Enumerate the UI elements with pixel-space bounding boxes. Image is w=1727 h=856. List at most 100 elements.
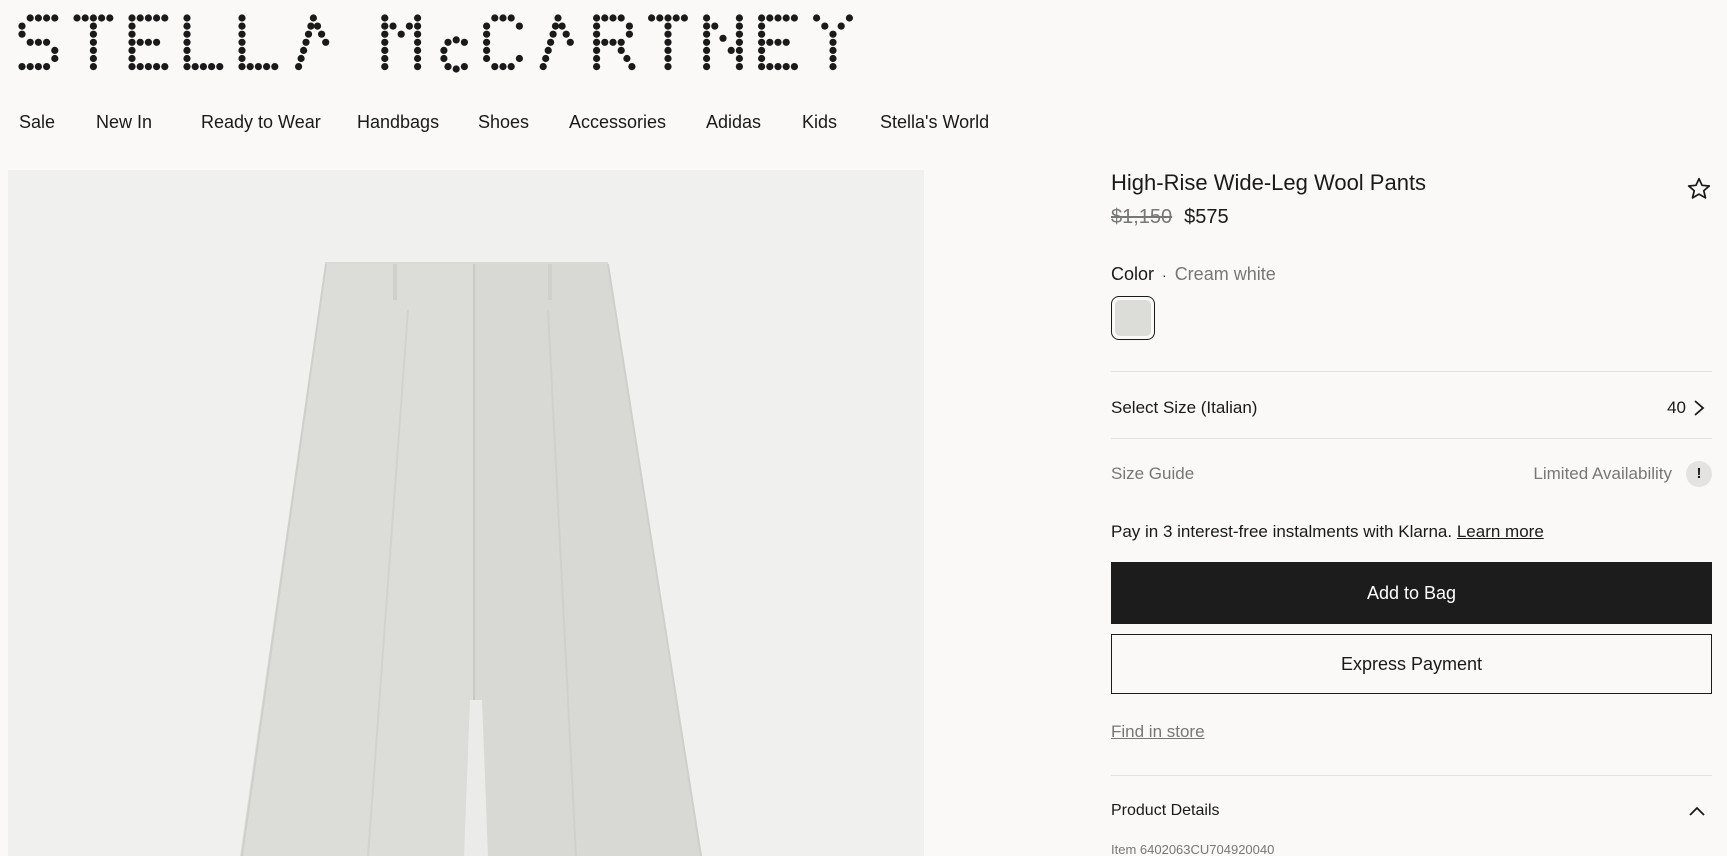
- nav-item-adidas[interactable]: Adidas: [706, 112, 761, 133]
- logo-dot: [593, 63, 601, 71]
- logo-dot: [381, 30, 389, 38]
- logo-dot: [414, 30, 422, 38]
- brand-logo[interactable]: [18, 14, 1018, 74]
- logo-dot: [758, 14, 766, 22]
- find-in-store-link[interactable]: Find in store: [1111, 722, 1205, 742]
- logo-dot: [547, 38, 555, 46]
- logo-dot: [444, 38, 452, 46]
- logo-dot: [381, 14, 389, 22]
- logo-dot: [144, 14, 152, 22]
- logo-dot: [703, 14, 711, 22]
- color-swatch-cream-white[interactable]: [1111, 296, 1155, 340]
- logo-dot: [18, 22, 26, 30]
- logo-dot: [307, 22, 315, 30]
- logo-dot: [414, 22, 422, 30]
- logo-dot: [246, 63, 254, 71]
- logo-dot: [18, 63, 26, 71]
- logo-dot: [263, 63, 271, 71]
- logo-dot: [34, 14, 42, 22]
- logo-dot: [414, 63, 422, 71]
- logo-dot: [601, 14, 609, 22]
- logo-dot: [483, 22, 491, 30]
- nav-item-sale[interactable]: Sale: [19, 112, 55, 133]
- logo-dot: [51, 46, 59, 55]
- logo-dot: [128, 14, 136, 22]
- logo-dot: [539, 63, 547, 71]
- product-page: Sale New In Ready to Wear Handbags Shoes…: [0, 0, 1727, 856]
- logo-dot: [89, 30, 97, 38]
- logo-dot: [499, 63, 507, 71]
- klarna-learn-more-link[interactable]: Learn more: [1457, 522, 1544, 541]
- size-guide-row: Size Guide Limited Availability !: [1111, 448, 1712, 488]
- nav-item-handbags[interactable]: Handbags: [357, 112, 439, 133]
- logo-dot: [89, 54, 97, 63]
- logo-dot: [161, 14, 169, 22]
- logo-dot: [711, 22, 719, 30]
- swatch-fill: [1115, 300, 1151, 336]
- logo-dot: [183, 14, 191, 22]
- logo-dot: [758, 22, 766, 30]
- logo-dot: [153, 63, 161, 71]
- logo-dot: [191, 63, 199, 71]
- logo-dot: [414, 46, 422, 55]
- logo-dot: [302, 38, 310, 46]
- nav-item-ready-to-wear[interactable]: Ready to Wear: [201, 112, 321, 133]
- price-row: $1,150 $575: [1111, 206, 1229, 229]
- logo-dot: [381, 22, 389, 30]
- logo-dot: [703, 38, 711, 46]
- logo-dot: [483, 38, 491, 46]
- logo-dot: [43, 14, 51, 22]
- availability-status: Limited Availability: [1533, 464, 1672, 483]
- logo-dot: [73, 14, 81, 22]
- logo-dot: [813, 14, 821, 22]
- chevron-right-icon: [1694, 400, 1705, 416]
- logo-dot: [601, 38, 609, 46]
- klarna-text: Pay in 3 interest-free instalments with …: [1111, 522, 1453, 541]
- logo-dot: [389, 22, 397, 30]
- logo-dot: [381, 63, 389, 71]
- logo-dot: [183, 38, 191, 46]
- logo-dot: [460, 38, 468, 46]
- logo-dot: [758, 46, 766, 55]
- nav-item-accessories[interactable]: Accessories: [569, 112, 666, 133]
- logo-dot: [549, 30, 557, 38]
- logo-dot: [491, 14, 499, 22]
- alert-icon[interactable]: !: [1686, 461, 1712, 487]
- nav-item-kids[interactable]: Kids: [802, 112, 837, 133]
- logo-dot: [414, 38, 422, 46]
- logo-dot: [89, 14, 97, 22]
- logo-dot: [617, 46, 625, 55]
- express-payment-button[interactable]: Express Payment: [1111, 634, 1712, 694]
- nav-item-stellas-world[interactable]: Stella's World: [880, 112, 989, 133]
- star-icon[interactable]: [1686, 176, 1712, 202]
- logo-dot: [782, 14, 790, 22]
- logo-dot: [183, 22, 191, 30]
- logo-dot: [254, 63, 262, 71]
- logo-dot: [593, 14, 601, 22]
- logo-dot: [790, 14, 799, 22]
- original-price: $1,150: [1111, 206, 1173, 228]
- size-selector[interactable]: Select Size (Italian) 40: [1111, 372, 1712, 438]
- pants-illustration: [240, 262, 702, 856]
- logo-dot: [735, 22, 744, 30]
- logo-dot: [183, 54, 191, 63]
- logo-dot: [106, 14, 114, 22]
- nav-item-new-in[interactable]: New In: [96, 112, 152, 133]
- logo-dot: [617, 38, 625, 46]
- logo-dot: [460, 63, 468, 71]
- logo-dot: [664, 63, 672, 71]
- logo-dot: [128, 63, 136, 71]
- add-to-bag-button[interactable]: Add to Bag: [1111, 562, 1712, 624]
- logo-dot: [304, 30, 313, 38]
- product-image[interactable]: [8, 170, 924, 856]
- logo-dot: [309, 14, 317, 22]
- logo-dot: [381, 46, 389, 55]
- product-details-accordion[interactable]: Product Details: [1111, 776, 1712, 824]
- color-value: Cream white: [1174, 264, 1276, 284]
- nav-item-shoes[interactable]: Shoes: [478, 112, 529, 133]
- size-guide-link[interactable]: Size Guide: [1111, 464, 1194, 484]
- logo-dot: [664, 54, 672, 63]
- logo-dot: [444, 63, 452, 71]
- logo-dot: [295, 63, 303, 71]
- logo-dot: [144, 38, 152, 46]
